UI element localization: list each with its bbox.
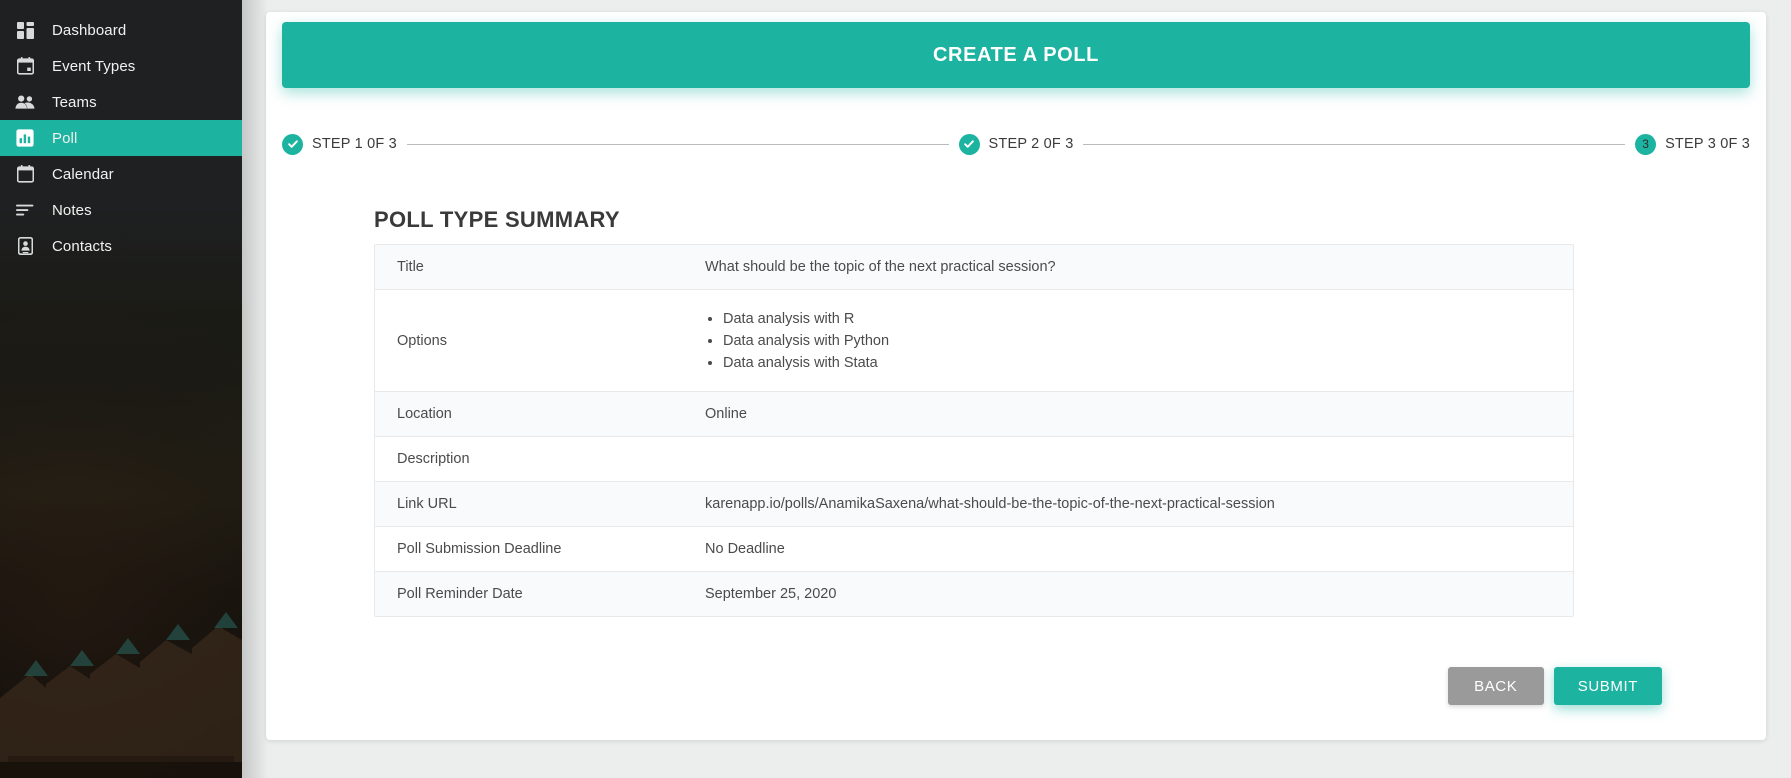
step-connector-2 bbox=[1083, 143, 1626, 145]
row-label-options: Options bbox=[397, 332, 447, 349]
table-row: Poll Reminder Date September 25, 2020 bbox=[375, 572, 1573, 616]
app-root: Dashboard Event Types Teams Poll Calenda… bbox=[0, 0, 1791, 778]
row-label-location: Location bbox=[397, 406, 452, 422]
card-header-banner: CREATE A POLL bbox=[282, 22, 1750, 88]
step-1-complete-check-icon bbox=[282, 133, 303, 155]
row-value-title: What should be the topic of the next pra… bbox=[705, 259, 1056, 275]
sidebar-cityscape-illustration bbox=[0, 612, 242, 778]
step-2-complete-check-icon bbox=[958, 133, 980, 155]
poll-summary-table: Title What should be the topic of the ne… bbox=[374, 244, 1574, 617]
bar-chart-icon bbox=[14, 127, 36, 149]
row-value-options: Data analysis with R Data analysis with … bbox=[705, 290, 1573, 391]
list-item: Data analysis with R bbox=[723, 308, 889, 330]
row-value-reminder-date: September 25, 2020 bbox=[705, 586, 837, 602]
notes-lines-icon bbox=[14, 199, 36, 221]
table-row: Poll Submission Deadline No Deadline bbox=[375, 527, 1573, 572]
table-row: Title What should be the topic of the ne… bbox=[375, 245, 1573, 290]
sidebar-item-label: Calendar bbox=[52, 165, 114, 183]
list-item: Data analysis with Stata bbox=[723, 352, 889, 374]
people-icon bbox=[14, 91, 36, 113]
sidebar: Dashboard Event Types Teams Poll Calenda… bbox=[0, 0, 242, 778]
stepper: STEP 1 0F 3 STEP 2 0F 3 3 STEP 3 0F 3 bbox=[282, 129, 1750, 159]
table-row: Link URL karenapp.io/polls/AnamikaSaxena… bbox=[375, 482, 1573, 527]
sidebar-item-calendar[interactable]: Calendar bbox=[0, 156, 242, 192]
calendar-event-icon bbox=[14, 55, 36, 77]
sidebar-item-dashboard[interactable]: Dashboard bbox=[0, 12, 242, 48]
sidebar-nav: Dashboard Event Types Teams Poll Calenda… bbox=[0, 0, 242, 264]
sidebar-item-notes[interactable]: Notes bbox=[0, 192, 242, 228]
row-value-link-url: karenapp.io/polls/AnamikaSaxena/what-sho… bbox=[705, 496, 1275, 512]
options-list: Data analysis with R Data analysis with … bbox=[705, 308, 889, 374]
submit-button[interactable]: SUBMIT bbox=[1553, 667, 1662, 705]
sidebar-item-label: Event Types bbox=[52, 57, 136, 75]
step-2-label: STEP 2 0F 3 bbox=[988, 136, 1074, 152]
page-title: CREATE A POLL bbox=[933, 43, 1099, 66]
sidebar-item-poll[interactable]: Poll bbox=[0, 120, 242, 156]
summary-heading: POLL TYPE SUMMARY bbox=[374, 207, 620, 232]
step-3-label: STEP 3 0F 3 bbox=[1665, 136, 1751, 152]
row-value-location: Online bbox=[705, 406, 747, 422]
sidebar-item-label: Contacts bbox=[52, 237, 112, 255]
create-poll-card: CREATE A POLL STEP 1 0F 3 STEP 2 0F 3 3 … bbox=[266, 12, 1766, 740]
table-row: Location Online bbox=[375, 392, 1573, 437]
step-1-label: STEP 1 0F 3 bbox=[312, 136, 397, 152]
sidebar-item-label: Teams bbox=[52, 93, 97, 111]
row-value-submission-deadline: No Deadline bbox=[705, 541, 785, 557]
row-value-description bbox=[705, 437, 1573, 481]
table-row: Options Data analysis with R Data analys… bbox=[375, 290, 1573, 392]
sidebar-item-event-types[interactable]: Event Types bbox=[0, 48, 242, 84]
sidebar-item-label: Notes bbox=[52, 201, 92, 219]
dashboard-grid-icon bbox=[14, 19, 36, 41]
form-actions: BACK SUBMIT bbox=[1447, 667, 1662, 705]
sidebar-item-teams[interactable]: Teams bbox=[0, 84, 242, 120]
step-3[interactable]: 3 STEP 3 0F 3 bbox=[1635, 133, 1751, 155]
step-2[interactable]: STEP 2 0F 3 bbox=[958, 133, 1074, 155]
row-label-link-url: Link URL bbox=[397, 496, 457, 512]
row-label-title: Title bbox=[397, 259, 424, 275]
row-label-reminder-date: Poll Reminder Date bbox=[397, 586, 523, 602]
main-content: CREATE A POLL STEP 1 0F 3 STEP 2 0F 3 3 … bbox=[242, 0, 1791, 778]
sidebar-item-label: Dashboard bbox=[52, 21, 127, 39]
contact-card-icon bbox=[14, 235, 36, 257]
row-label-submission-deadline: Poll Submission Deadline bbox=[397, 541, 562, 557]
step-1[interactable]: STEP 1 0F 3 bbox=[282, 133, 397, 155]
step-connector-1 bbox=[406, 143, 949, 145]
sidebar-item-label: Poll bbox=[52, 129, 78, 147]
table-row: Description bbox=[375, 437, 1573, 482]
list-item: Data analysis with Python bbox=[723, 330, 889, 352]
step-3-number: 3 bbox=[1635, 133, 1657, 155]
sidebar-item-contacts[interactable]: Contacts bbox=[0, 228, 242, 264]
content-edge-shadow bbox=[242, 0, 268, 778]
back-button[interactable]: BACK bbox=[1447, 667, 1544, 705]
calendar-icon bbox=[14, 163, 36, 185]
row-label-description: Description bbox=[397, 451, 470, 467]
